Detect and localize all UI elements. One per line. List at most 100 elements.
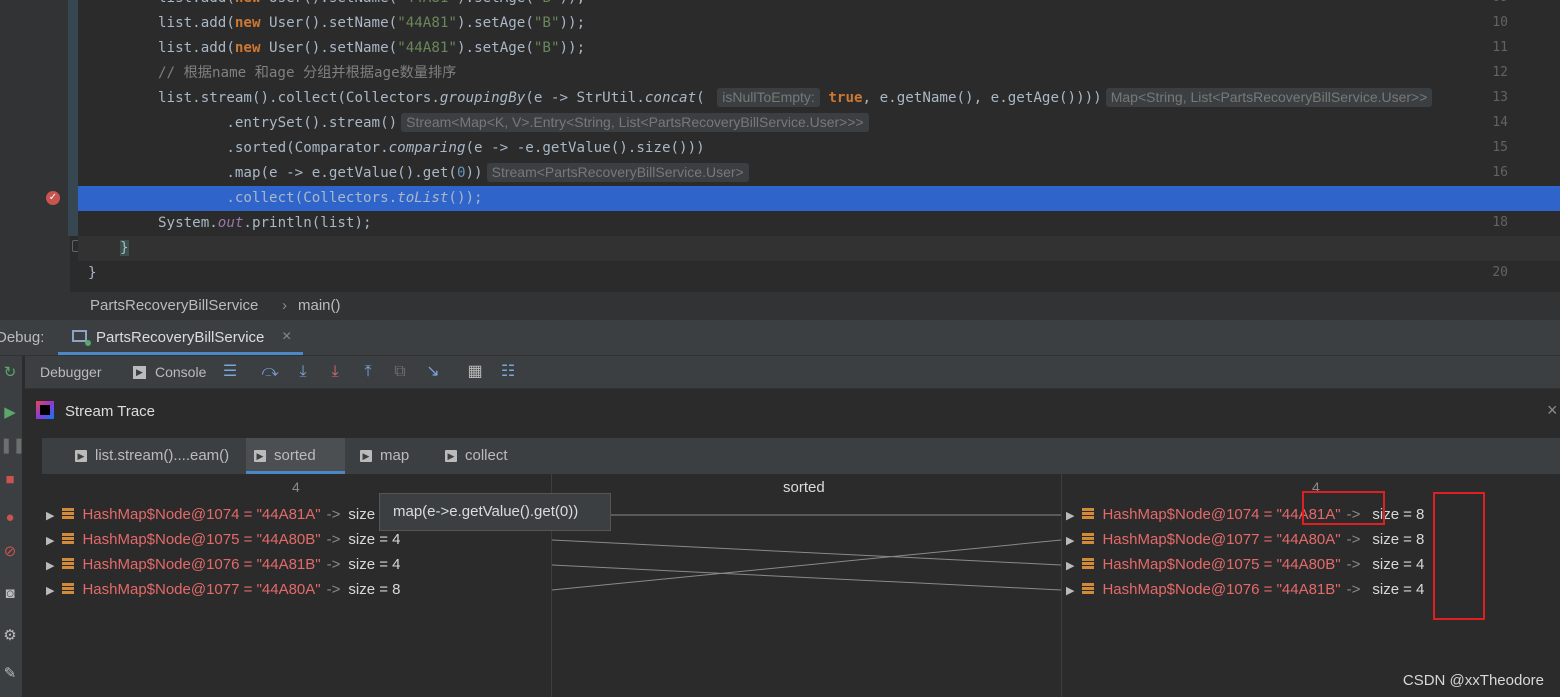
code-editor[interactable]: ✓ 091011121314151617181920list.add(new U…: [0, 0, 1560, 292]
line-number: 09: [1490, 0, 1560, 5]
mapping-line: [551, 539, 1062, 591]
force-step-into-icon[interactable]: ⤓: [325, 362, 345, 382]
code-line[interactable]: // 根据name 和age 分组并根据age数量排序: [78, 61, 456, 86]
code-token: list.add(: [158, 0, 235, 6]
arrow: ->: [1346, 556, 1361, 573]
expand-icon[interactable]: ▶: [46, 560, 54, 572]
run-to-cursor-icon[interactable]: ↘: [423, 362, 443, 382]
tab-list-stream[interactable]: ▶ list.stream()....eam(): [67, 438, 275, 474]
code-line[interactable]: list.stream().collect(Collectors.groupin…: [78, 86, 1433, 111]
expand-icon[interactable]: ▶: [1066, 535, 1074, 547]
show-frames-icon[interactable]: ☰: [220, 362, 240, 382]
step-out-icon[interactable]: ⤒: [358, 362, 378, 382]
tab-sorted[interactable]: ▶ sorted: [246, 438, 345, 474]
code-line[interactable]: System.out.println(list);: [78, 211, 372, 236]
code-line[interactable]: list.add(new User().setName("44A81").set…: [78, 11, 585, 36]
breadcrumb: PartsRecoveryBillService › main(): [0, 292, 1560, 320]
node-name: HashMap$Node@1076: [1102, 581, 1260, 598]
trace-stream-icon[interactable]: ☷: [498, 362, 518, 382]
equals-sign: =: [1259, 531, 1277, 548]
pause-icon[interactable]: ❚❚: [0, 436, 25, 456]
tab-collect[interactable]: ▶ collect: [437, 438, 555, 474]
line-number: 15: [1492, 140, 1508, 155]
code-line[interactable]: }: [78, 236, 1560, 261]
trace-row[interactable]: ▶ HashMap$Node@1077 = "44A80A" -> size = 8: [1066, 528, 1424, 552]
close-icon[interactable]: ×: [282, 328, 291, 346]
view-breakpoints-icon[interactable]: ●: [0, 508, 20, 528]
stop-icon[interactable]: ■: [0, 470, 20, 490]
line-number: 16: [1492, 165, 1508, 180]
console-icon: ▶: [133, 366, 146, 379]
expand-icon[interactable]: ▶: [1066, 585, 1074, 597]
equals-sign: =: [239, 531, 257, 548]
size-value: size = 4: [348, 531, 401, 548]
pin-icon[interactable]: ✎: [0, 664, 20, 684]
code-token: ());: [448, 190, 483, 206]
code-line[interactable]: .entrySet().stream() Stream<Map<K, V>.Ent…: [78, 111, 869, 136]
tab-map[interactable]: ▶ map: [352, 438, 450, 474]
arrow: ->: [326, 506, 341, 523]
tooltip: map(e->e.getValue().get(0)): [379, 493, 611, 531]
rerun-icon[interactable]: ↻: [0, 363, 20, 383]
object-icon: [62, 558, 75, 570]
size-value: size = 4: [348, 556, 401, 573]
expand-icon[interactable]: ▶: [1066, 510, 1074, 522]
code-line[interactable]: .map(e -> e.getValue().get(0)) Stream<Par…: [78, 161, 749, 186]
step-into-icon[interactable]: ⤓: [293, 362, 313, 382]
line-number: 10: [1492, 15, 1508, 30]
size-value: = 4: [1403, 556, 1425, 573]
expand-icon[interactable]: ▶: [1066, 560, 1074, 572]
line-number: 20: [1492, 265, 1508, 280]
code-token: User().: [269, 40, 329, 56]
code-token: list.add(: [158, 15, 235, 31]
line-number: 13: [1492, 90, 1508, 105]
tab-label: map: [380, 447, 410, 464]
trace-row[interactable]: ▶ HashMap$Node@1075 = "44A80B" -> size = 4: [1066, 553, 1424, 577]
resume-icon[interactable]: ▶: [0, 403, 20, 423]
tab-console[interactable]: Console: [155, 364, 206, 380]
annotation-box-size: [1433, 492, 1485, 620]
expand-icon[interactable]: ▶: [46, 535, 54, 547]
code-token: }: [120, 240, 129, 256]
code-line[interactable]: .collect(Collectors.toList());: [78, 186, 1560, 211]
trace-row[interactable]: ▶ HashMap$Node@1076 = "44A81B" -> size = 4: [1066, 578, 1424, 602]
gear-icon[interactable]: ⚙: [0, 626, 20, 646]
breakpoint-icon[interactable]: ✓: [46, 191, 60, 205]
trace-row[interactable]: ▶ HashMap$Node@1077 = "44A80A" -> size = 8: [46, 578, 401, 602]
camera-icon[interactable]: ◙: [0, 584, 20, 604]
expand-icon[interactable]: ▶: [46, 510, 54, 522]
code-token: (: [696, 90, 714, 106]
close-icon[interactable]: ×: [1547, 400, 1558, 421]
trace-row[interactable]: ▶ HashMap$Node@1075 = "44A80B" -> size = 4: [46, 528, 401, 552]
node-key: "44A80B": [256, 531, 321, 548]
code-line[interactable]: .sorted(Comparator.comparing(e -> -e.get…: [78, 136, 704, 161]
drop-frame-icon[interactable]: ⧉: [390, 362, 410, 382]
tab-debug-session[interactable]: PartsRecoveryBillService ×: [58, 320, 303, 355]
breadcrumb-method[interactable]: main(): [298, 297, 341, 314]
debug-label: Debug:: [0, 329, 45, 346]
mapping-line: [551, 539, 1062, 566]
tab-debugger[interactable]: Debugger: [40, 364, 102, 380]
expand-icon[interactable]: ▶: [46, 585, 54, 597]
code-token: new: [234, 15, 270, 31]
step-over-icon[interactable]: ⤼: [260, 362, 280, 382]
code-token: list.stream().collect(Collectors.: [158, 90, 440, 106]
code-token: setName(: [328, 15, 398, 31]
code-token: User().: [269, 15, 329, 31]
evaluate-expression-icon[interactable]: ▦: [465, 362, 485, 382]
code-line[interactable]: }: [78, 261, 97, 286]
code-token: toList: [397, 190, 449, 206]
node-name: HashMap$Node@1076: [82, 556, 240, 573]
trace-row[interactable]: ▶ HashMap$Node@1076 = "44A81B" -> size = 4: [46, 553, 401, 577]
code-line[interactable]: list.add(new User().setName("44A81").set…: [78, 36, 585, 61]
equals-sign: =: [1259, 506, 1277, 523]
breadcrumb-class[interactable]: PartsRecoveryBillService: [90, 297, 258, 314]
trace-row[interactable]: ▶ HashMap$Node@1074 = "44A81A" -> size = 8: [46, 503, 401, 527]
stream-trace-tabs: ▶ list.stream()....eam() ▶ sorted ▶ map …: [42, 438, 1560, 474]
inlay-hint: Stream<Map<K, V>.Entry<String, List<Part…: [401, 113, 869, 132]
equals-sign: =: [239, 556, 257, 573]
node-name: HashMap$Node@1075: [82, 531, 240, 548]
mute-breakpoints-icon[interactable]: ⊘: [0, 542, 20, 562]
code-token: }: [88, 265, 97, 281]
code-line[interactable]: list.add(new User().setName("44A81").set…: [78, 0, 585, 11]
